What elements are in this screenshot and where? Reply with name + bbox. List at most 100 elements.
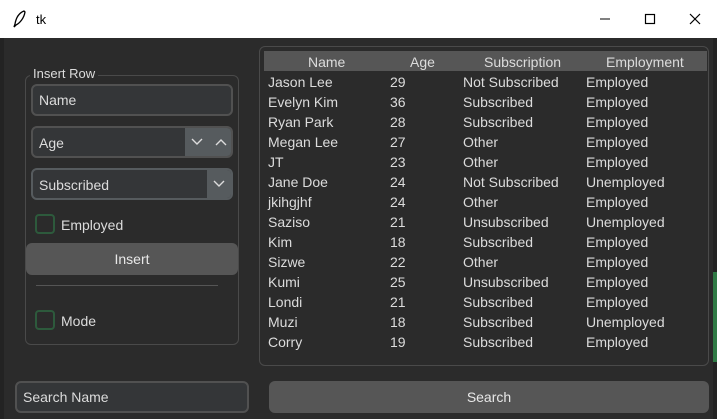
table-row[interactable]: jkihgjhf 24 Other Employed [264, 191, 707, 211]
employed-checkbox[interactable] [35, 214, 55, 234]
cell-employment: Employed [586, 114, 649, 130]
cell-age: 21 [390, 214, 406, 230]
cell-subscription: Other [463, 154, 499, 170]
cell-age: 27 [390, 134, 406, 150]
cell-name: Kumi [268, 274, 300, 290]
title-bar: tk [0, 0, 717, 38]
window-title: tk [36, 12, 47, 27]
employed-label[interactable]: Employed [61, 217, 123, 233]
table-row[interactable]: Saziso 21 Unsubscribed Unemployed [264, 211, 707, 231]
cell-subscription: Other [463, 254, 499, 270]
table-row[interactable]: Megan Lee 27 Other Employed [264, 131, 707, 151]
cell-age: 24 [390, 174, 406, 190]
cell-age: 21 [390, 294, 406, 310]
subscription-dropdown[interactable]: Subscribed [31, 168, 233, 200]
table-body: Jason Lee 29 Not Subscribed Employed Evelyn … [264, 71, 707, 351]
close-button[interactable] [672, 0, 717, 38]
column-header-employment[interactable]: Employment [606, 54, 684, 70]
cell-employment: Employed [586, 74, 649, 90]
insert-row-label: Insert Row [30, 66, 99, 81]
mode-switch[interactable] [35, 310, 55, 330]
cell-age: 25 [390, 274, 406, 290]
cell-subscription: Subscribed [463, 234, 534, 250]
cell-subscription: Other [463, 194, 499, 210]
cell-age: 22 [390, 254, 406, 270]
age-spinbox[interactable]: Age [31, 126, 233, 158]
cell-subscription: Unsubscribed [463, 274, 549, 290]
cell-employment: Employed [586, 194, 649, 210]
table-row[interactable]: Kumi 25 Unsubscribed Employed [264, 271, 707, 291]
minimize-icon [600, 18, 610, 20]
cell-name: Jason Lee [268, 74, 333, 90]
cell-employment: Unemployed [586, 214, 665, 230]
chevron-down-icon [213, 180, 225, 187]
table-row[interactable]: JT 23 Other Employed [264, 151, 707, 171]
cell-name: Londi [268, 294, 303, 310]
table-row[interactable]: Ryan Park 28 Subscribed Employed [264, 111, 707, 131]
cell-name: Muzi [268, 314, 298, 330]
close-icon [689, 13, 701, 25]
age-value: Age [39, 135, 64, 151]
cell-employment: Employed [586, 254, 649, 270]
window-edge-accent [713, 272, 717, 362]
cell-age: 29 [390, 74, 406, 90]
age-increment-button[interactable] [209, 128, 231, 156]
mode-label[interactable]: Mode [61, 313, 96, 329]
feather-icon [13, 10, 26, 28]
cell-name: Saziso [268, 214, 311, 230]
cell-subscription: Subscribed [463, 314, 534, 330]
table-row[interactable]: Corry 19 Subscribed Employed [264, 331, 707, 351]
insert-button[interactable]: Insert [26, 243, 238, 275]
cell-name: Kim [268, 234, 293, 250]
cell-subscription: Subscribed [463, 294, 534, 310]
cell-employment: Employed [586, 334, 649, 350]
column-header-age[interactable]: Age [410, 54, 435, 70]
cell-subscription: Not Subscribed [463, 74, 559, 90]
cell-subscription: Subscribed [463, 114, 534, 130]
cell-name: Corry [268, 334, 303, 350]
cell-name: Sizwe [268, 254, 306, 270]
table-row[interactable]: Londi 21 Subscribed Employed [264, 291, 707, 311]
table-row[interactable]: Jason Lee 29 Not Subscribed Employed [264, 71, 707, 91]
subscription-value: Subscribed [39, 177, 110, 193]
name-input[interactable] [31, 84, 233, 116]
maximize-icon [644, 13, 656, 25]
search-input[interactable] [15, 381, 249, 413]
cell-name: jkihgjhf [268, 194, 312, 210]
insert-button-label: Insert [114, 251, 150, 267]
column-header-subscription[interactable]: Subscription [484, 54, 561, 70]
table-row[interactable]: Evelyn Kim 36 Subscribed Employed [264, 91, 707, 111]
search-button[interactable]: Search [269, 381, 709, 413]
table-row[interactable]: Muzi 18 Subscribed Unemployed [264, 311, 707, 331]
cell-age: 28 [390, 114, 406, 130]
cell-employment: Employed [586, 154, 649, 170]
cell-age: 23 [390, 154, 406, 170]
search-button-label: Search [466, 389, 512, 405]
cell-subscription: Unsubscribed [463, 214, 549, 230]
cell-name: Evelyn Kim [268, 94, 339, 110]
cell-subscription: Other [463, 134, 499, 150]
table-row[interactable]: Kim 18 Subscribed Employed [264, 231, 707, 251]
cell-age: 36 [390, 94, 406, 110]
cell-employment: Unemployed [586, 174, 665, 190]
window-edge-left [0, 38, 4, 419]
maximize-button[interactable] [627, 0, 673, 38]
subscription-dropdown-arrow[interactable] [207, 170, 231, 198]
age-decrement-button[interactable] [185, 128, 209, 156]
separator [36, 285, 218, 286]
cell-employment: Employed [586, 234, 649, 250]
cell-age: 18 [390, 234, 406, 250]
cell-employment: Employed [586, 134, 649, 150]
cell-name: Ryan Park [268, 114, 334, 130]
cell-employment: Unemployed [586, 314, 665, 330]
cell-age: 24 [390, 194, 406, 210]
cell-name: JT [268, 154, 284, 170]
cell-subscription: Subscribed [463, 334, 534, 350]
chevron-up-icon [215, 139, 227, 146]
minimize-button[interactable] [582, 0, 628, 38]
cell-subscription: Subscribed [463, 94, 534, 110]
cell-age: 18 [390, 314, 406, 330]
column-header-name[interactable]: Name [308, 54, 345, 70]
table-row[interactable]: Sizwe 22 Other Employed [264, 251, 707, 271]
table-row[interactable]: Jane Doe 24 Not Subscribed Unemployed [264, 171, 707, 191]
